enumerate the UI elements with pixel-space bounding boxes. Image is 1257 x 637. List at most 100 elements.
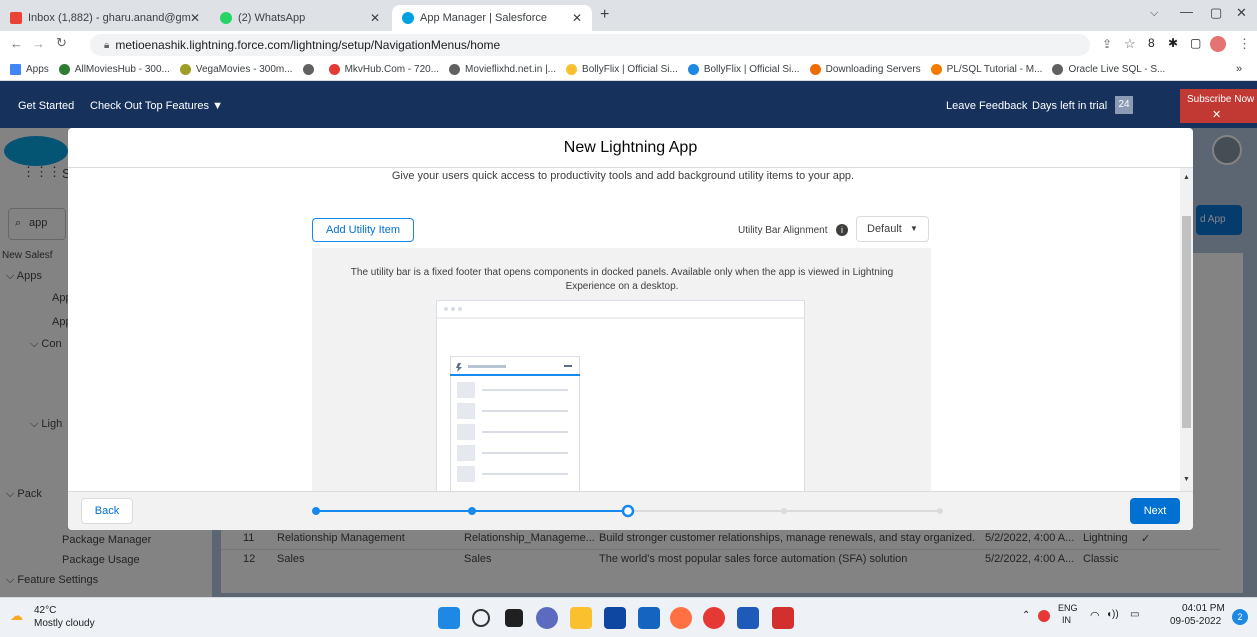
- bookmark-item[interactable]: BollyFlix | Official Si...: [687, 64, 800, 75]
- utility-bar-info: The utility bar is a fixed footer that o…: [350, 267, 894, 292]
- task-view-icon[interactable]: [505, 609, 523, 627]
- utility-bar-preview-panel: The utility bar is a fixed footer that o…: [312, 248, 931, 491]
- url-text: metioenashik.lightning.force.com/lightni…: [115, 38, 501, 52]
- site-icon: [930, 64, 942, 75]
- scroll-thumb[interactable]: [1182, 216, 1191, 428]
- battery-icon[interactable]: ▭: [1130, 609, 1139, 620]
- progress-step[interactable]: [937, 508, 943, 514]
- bookmark-item[interactable]: [302, 64, 319, 75]
- get-started-link[interactable]: Get Started: [18, 100, 74, 112]
- site-icon: [328, 64, 340, 75]
- menu-dots-icon[interactable]: ⋮: [1238, 36, 1251, 52]
- site-icon: [179, 64, 191, 75]
- tab-gmail[interactable]: Inbox (1,882) - gharu.anand@gm ✕: [0, 5, 210, 31]
- modal-title: New Lightning App: [563, 138, 698, 156]
- search-icon[interactable]: [472, 609, 490, 627]
- add-utility-item-button[interactable]: Add Utility Item: [312, 218, 414, 242]
- site-icon: [809, 64, 821, 75]
- globe-icon: [1052, 64, 1064, 75]
- language-top[interactable]: ENG: [1058, 603, 1078, 613]
- back-button[interactable]: Back: [81, 498, 133, 524]
- bookmark-item[interactable]: BollyFlix | Official Si...: [566, 64, 678, 75]
- chrome-active-icon[interactable]: [703, 607, 725, 629]
- photos-icon[interactable]: [638, 607, 660, 629]
- bookmark-item[interactable]: PL/SQL Tutorial - M...: [930, 64, 1042, 75]
- acrobat-icon[interactable]: [772, 607, 794, 629]
- weather-temp[interactable]: 42°C: [34, 605, 56, 616]
- window-close-icon[interactable]: ✕: [1236, 5, 1247, 21]
- windows-start-icon[interactable]: [438, 607, 460, 629]
- tab-search-icon[interactable]: ⌵: [1150, 7, 1158, 20]
- lock-icon: 🔒︎: [104, 39, 110, 51]
- progress-step[interactable]: [621, 504, 635, 518]
- modal-scrollbar[interactable]: ▲ ▼: [1180, 168, 1193, 491]
- back-arrow-icon[interactable]: ←: [10, 36, 23, 51]
- subscribe-button[interactable]: Subscribe Now ✕: [1180, 89, 1257, 123]
- progress-step[interactable]: [312, 507, 320, 515]
- progress-step[interactable]: [781, 508, 787, 514]
- close-icon[interactable]: ✕: [572, 11, 582, 25]
- close-icon[interactable]: ✕: [1212, 108, 1221, 121]
- bookmark-item[interactable]: MkvHub.Com - 720...: [328, 64, 440, 75]
- chrome-icon[interactable]: [670, 607, 692, 629]
- bookmark-item[interactable]: Downloading Servers: [809, 64, 921, 75]
- trial-bar: Get Started Check Out Top Features ▼ Lea…: [0, 81, 1257, 128]
- sidepanel-icon[interactable]: ▢: [1190, 36, 1201, 50]
- leave-feedback-link[interactable]: Leave Feedback: [946, 100, 1027, 112]
- alignment-select[interactable]: Default ▼: [856, 216, 929, 242]
- new-tab-icon[interactable]: +: [600, 6, 609, 24]
- more-bookmarks-icon[interactable]: »: [1236, 63, 1242, 75]
- bookmark-item[interactable]: Oracle Live SQL - S...: [1052, 64, 1165, 75]
- extension-icon[interactable]: 8: [1148, 36, 1155, 50]
- chat-icon[interactable]: [536, 607, 558, 629]
- url-input[interactable]: 🔒︎ metioenashik.lightning.force.com/ligh…: [90, 34, 1090, 56]
- bookmark-item[interactable]: VegaMovies - 300m...: [179, 64, 293, 75]
- notification-badge[interactable]: 2: [1232, 609, 1248, 625]
- bookmark-apps[interactable]: Apps: [10, 64, 49, 75]
- top-features-menu[interactable]: Check Out Top Features ▼: [90, 100, 223, 112]
- tab-salesforce[interactable]: App Manager | Salesforce ✕: [392, 5, 592, 31]
- bookmark-label: VegaMovies - 300m...: [195, 64, 293, 75]
- progress-step[interactable]: [468, 507, 476, 515]
- star-icon[interactable]: ☆: [1124, 36, 1136, 52]
- forward-arrow-icon[interactable]: →: [32, 36, 45, 51]
- tray-expand-icon[interactable]: ⌃: [1022, 610, 1030, 621]
- word-icon[interactable]: [737, 607, 759, 629]
- puzzle-icon[interactable]: ✱: [1168, 36, 1178, 50]
- file-explorer-icon[interactable]: [570, 607, 592, 629]
- bookmark-label: Oracle Live SQL - S...: [1068, 64, 1166, 75]
- info-icon[interactable]: i: [836, 224, 848, 236]
- close-icon[interactable]: ✕: [190, 11, 200, 25]
- language-bottom[interactable]: IN: [1062, 615, 1071, 625]
- close-icon[interactable]: ✕: [370, 11, 380, 25]
- reload-icon[interactable]: ↻: [56, 35, 67, 51]
- site-icon: [566, 64, 578, 75]
- profile-avatar[interactable]: [1210, 36, 1226, 52]
- scroll-down-icon[interactable]: ▼: [1183, 476, 1190, 483]
- scroll-up-icon[interactable]: ▲: [1183, 174, 1190, 181]
- bookmark-item[interactable]: AllMoviesHub - 300...: [58, 64, 170, 75]
- next-button[interactable]: Next: [1130, 498, 1180, 524]
- site-icon: [687, 64, 699, 75]
- globe-icon: [302, 64, 314, 75]
- wifi-icon[interactable]: ◠: [1090, 609, 1100, 622]
- caret-down-icon: ▼: [212, 100, 223, 112]
- weather-desc[interactable]: Mostly cloudy: [34, 618, 95, 629]
- clock-date[interactable]: 09-05-2022: [1170, 616, 1221, 627]
- antivirus-icon[interactable]: [1038, 610, 1050, 622]
- site-icon: [58, 64, 70, 75]
- share-icon[interactable]: ⇪: [1102, 37, 1112, 51]
- weather-icon: ☁︎: [10, 608, 23, 623]
- clock-time[interactable]: 04:01 PM: [1182, 603, 1225, 614]
- store-icon[interactable]: [604, 607, 626, 629]
- maximize-icon[interactable]: ▢: [1210, 5, 1222, 21]
- windows-taskbar: ☁︎ 42°C Mostly cloudy ⌃ ENG IN ◠ ◖)) ▭ 0…: [0, 597, 1257, 637]
- bookmark-item[interactable]: Movieflixhd.net.in |...: [449, 64, 556, 75]
- volume-icon[interactable]: ◖)): [1106, 609, 1119, 620]
- tab-whatsapp[interactable]: (2) WhatsApp ✕: [210, 5, 390, 31]
- alignment-label: Utility Bar Alignment: [738, 225, 828, 236]
- bookmark-label: Apps: [26, 64, 49, 75]
- minimize-icon[interactable]: —: [1180, 4, 1193, 19]
- subscribe-label: Subscribe Now: [1187, 94, 1255, 105]
- bookmark-label: MkvHub.Com - 720...: [344, 64, 440, 75]
